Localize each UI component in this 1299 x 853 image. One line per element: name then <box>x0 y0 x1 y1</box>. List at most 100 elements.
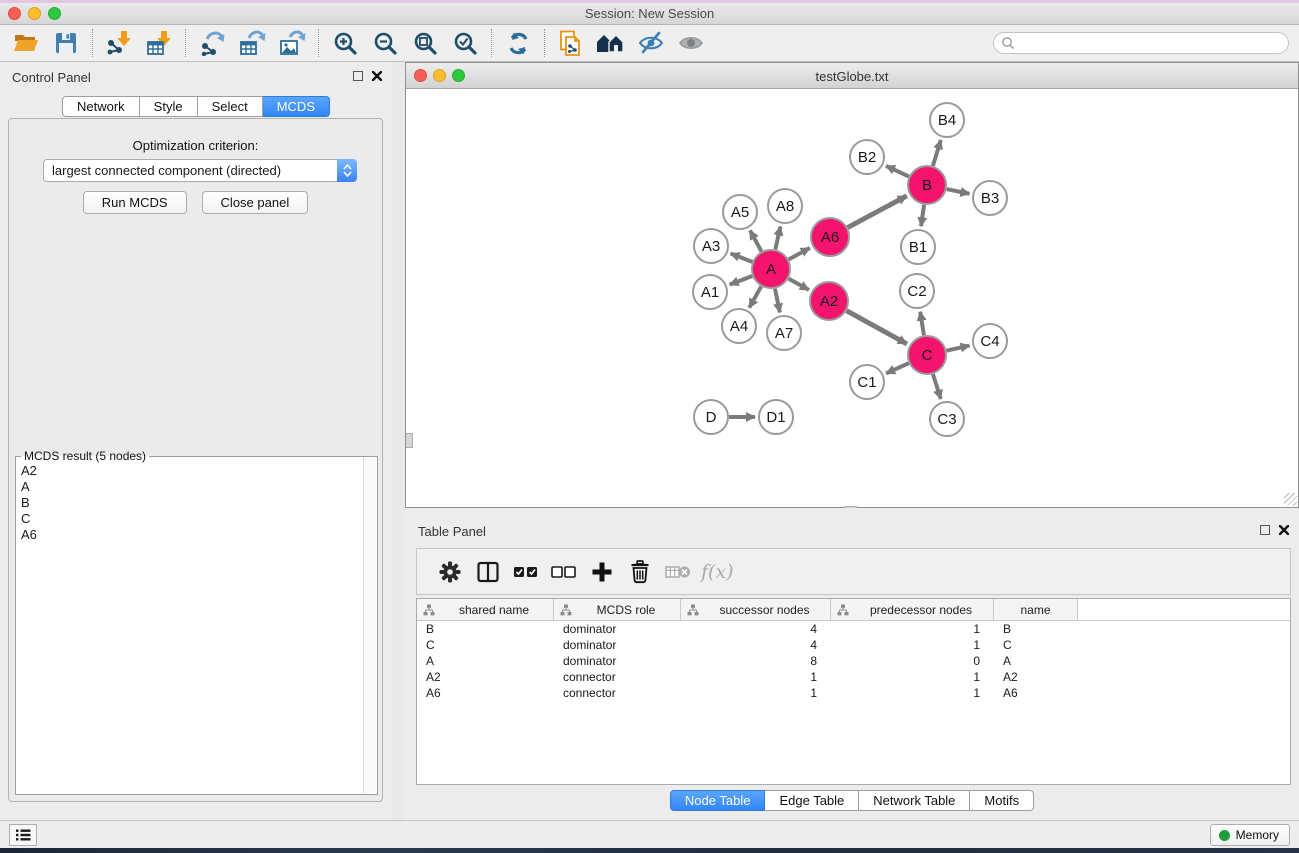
graph-edge-A6-B[interactable] <box>848 196 907 228</box>
table-settings-button[interactable] <box>431 554 469 590</box>
graph-node-A1[interactable]: A1 <box>693 275 727 309</box>
open-file-button[interactable] <box>6 27 46 59</box>
table-row[interactable]: Cdominator41C <box>417 637 1290 653</box>
tab-motifs[interactable]: Motifs <box>970 790 1034 811</box>
tab-node-table[interactable]: Node Table <box>670 790 766 811</box>
graph-edge-A-A4[interactable] <box>749 286 761 307</box>
tab-network[interactable]: Network <box>62 96 140 117</box>
window-resize-grip[interactable] <box>1284 493 1297 506</box>
hide-graphics-details-button[interactable] <box>631 27 671 59</box>
graph-node-A4[interactable]: A4 <box>722 309 756 343</box>
column-header-predecessor-nodes[interactable]: predecessor nodes <box>831 599 994 620</box>
table-row[interactable]: Bdominator41B <box>417 621 1290 637</box>
optimization-criterion-select[interactable]: largest connected component (directed) <box>43 159 357 182</box>
close-panel-icon[interactable] <box>372 71 382 81</box>
export-image-button[interactable] <box>272 27 312 59</box>
result-scrollbar[interactable] <box>363 458 376 793</box>
home-first-neighbors-button[interactable] <box>591 27 631 59</box>
tab-edge-table[interactable]: Edge Table <box>765 790 859 811</box>
splitter-notch[interactable] <box>406 433 413 448</box>
graph-edge-B-B4[interactable] <box>933 140 941 166</box>
table-cell: connector <box>554 686 681 700</box>
import-network-button[interactable] <box>99 27 139 59</box>
column-header-shared-name[interactable]: shared name <box>417 599 554 620</box>
zoom-in-button[interactable] <box>325 27 365 59</box>
table-row[interactable]: A6connector11A6 <box>417 685 1290 701</box>
column-layout-button[interactable] <box>469 554 507 590</box>
export-table-button[interactable] <box>232 27 272 59</box>
task-history-button[interactable] <box>9 824 37 846</box>
graph-edge-C-C2[interactable] <box>920 312 924 335</box>
search-input[interactable] <box>993 32 1289 54</box>
graph-canvas[interactable]: B4 B2 B B3 A5 A8 A6 B1 A3 A A1 C2 A2 A4 A7 C4 C C1 C3 D D1 <box>406 89 1298 507</box>
graph-edge-A-A1[interactable] <box>730 276 753 285</box>
result-item[interactable]: C <box>18 511 361 527</box>
graph-node-C2[interactable]: C2 <box>900 274 934 308</box>
delete-column-button[interactable] <box>621 554 659 590</box>
graph-node-A3[interactable]: A3 <box>694 229 728 263</box>
graph-edge-C-C3[interactable] <box>933 374 941 399</box>
result-item[interactable]: B <box>18 495 361 511</box>
table-row[interactable]: Adominator80A <box>417 653 1290 669</box>
zoom-out-button[interactable] <box>365 27 405 59</box>
network-window-titlebar[interactable]: testGlobe.txt <box>406 63 1298 89</box>
column-header-MCDS-role[interactable]: MCDS role <box>554 599 681 620</box>
graph-node-C4[interactable]: C4 <box>973 324 1007 358</box>
zoom-selected-button[interactable] <box>445 27 485 59</box>
memory-button[interactable]: Memory <box>1210 824 1290 846</box>
graph-node-A7[interactable]: A7 <box>767 316 801 350</box>
import-table-button[interactable] <box>139 27 179 59</box>
graph-node-A8[interactable]: A8 <box>768 189 802 223</box>
graph-node-A5[interactable]: A5 <box>723 195 757 229</box>
close-table-panel-icon[interactable] <box>1279 525 1289 535</box>
show-graphics-details-button[interactable] <box>671 27 711 59</box>
close-panel-button[interactable]: Close panel <box>202 191 309 214</box>
graph-edge-A-A2[interactable] <box>789 279 809 290</box>
graph-edge-A-A8[interactable] <box>775 226 780 249</box>
graph-node-B1[interactable]: B1 <box>901 230 935 264</box>
graph-edge-C-C1[interactable] <box>886 363 909 373</box>
graph-node-B3[interactable]: B3 <box>973 181 1007 215</box>
zoom-fit-button[interactable] <box>405 27 445 59</box>
tab-network-table[interactable]: Network Table <box>859 790 970 811</box>
graph-edge-C-C4[interactable] <box>947 346 970 351</box>
save-session-button[interactable] <box>46 27 86 59</box>
float-panel-icon[interactable] <box>353 71 363 81</box>
graph-edge-A-A6[interactable] <box>789 248 810 259</box>
graph-node-C1[interactable]: C1 <box>850 365 884 399</box>
graph-edge-B-B1[interactable] <box>921 205 924 226</box>
tab-style[interactable]: Style <box>140 96 198 117</box>
refresh-layout-button[interactable] <box>498 27 538 59</box>
graph-node-B2[interactable]: B2 <box>850 140 884 174</box>
export-network-button[interactable] <box>192 27 232 59</box>
clone-network-button[interactable] <box>551 27 591 59</box>
graph-edge-A-A7[interactable] <box>775 289 780 313</box>
tab-select[interactable]: Select <box>198 96 263 117</box>
graph-node-C[interactable]: C <box>908 336 946 374</box>
add-column-button[interactable] <box>583 554 621 590</box>
unselect-all-button[interactable] <box>545 554 583 590</box>
column-header-successor-nodes[interactable]: successor nodes <box>681 599 831 620</box>
select-all-button[interactable] <box>507 554 545 590</box>
result-item[interactable]: A2 <box>18 463 361 479</box>
graph-node-D1[interactable]: D1 <box>759 400 793 434</box>
graph-edge-A-A3[interactable] <box>731 254 753 262</box>
graph-edge-B-B3[interactable] <box>947 189 970 194</box>
column-header-name[interactable]: name <box>994 599 1078 620</box>
result-item[interactable]: A <box>18 479 361 495</box>
result-item[interactable]: A6 <box>18 527 361 543</box>
graph-node-A2[interactable]: A2 <box>810 282 848 320</box>
graph-node-C3[interactable]: C3 <box>930 402 964 436</box>
graph-edge-B-B2[interactable] <box>886 166 909 177</box>
float-table-panel-icon[interactable] <box>1260 525 1270 535</box>
table-row[interactable]: A2connector11A2 <box>417 669 1290 685</box>
tab-mcds[interactable]: MCDS <box>263 96 330 117</box>
graph-node-D[interactable]: D <box>694 400 728 434</box>
graph-edge-A2-C[interactable] <box>847 311 907 344</box>
graph-node-A6[interactable]: A6 <box>811 218 849 256</box>
graph-node-A[interactable]: A <box>752 250 790 288</box>
run-mcds-button[interactable]: Run MCDS <box>83 191 187 214</box>
graph-node-B4[interactable]: B4 <box>930 103 964 137</box>
graph-node-B[interactable]: B <box>908 166 946 204</box>
graph-edge-A-A5[interactable] <box>750 230 761 251</box>
